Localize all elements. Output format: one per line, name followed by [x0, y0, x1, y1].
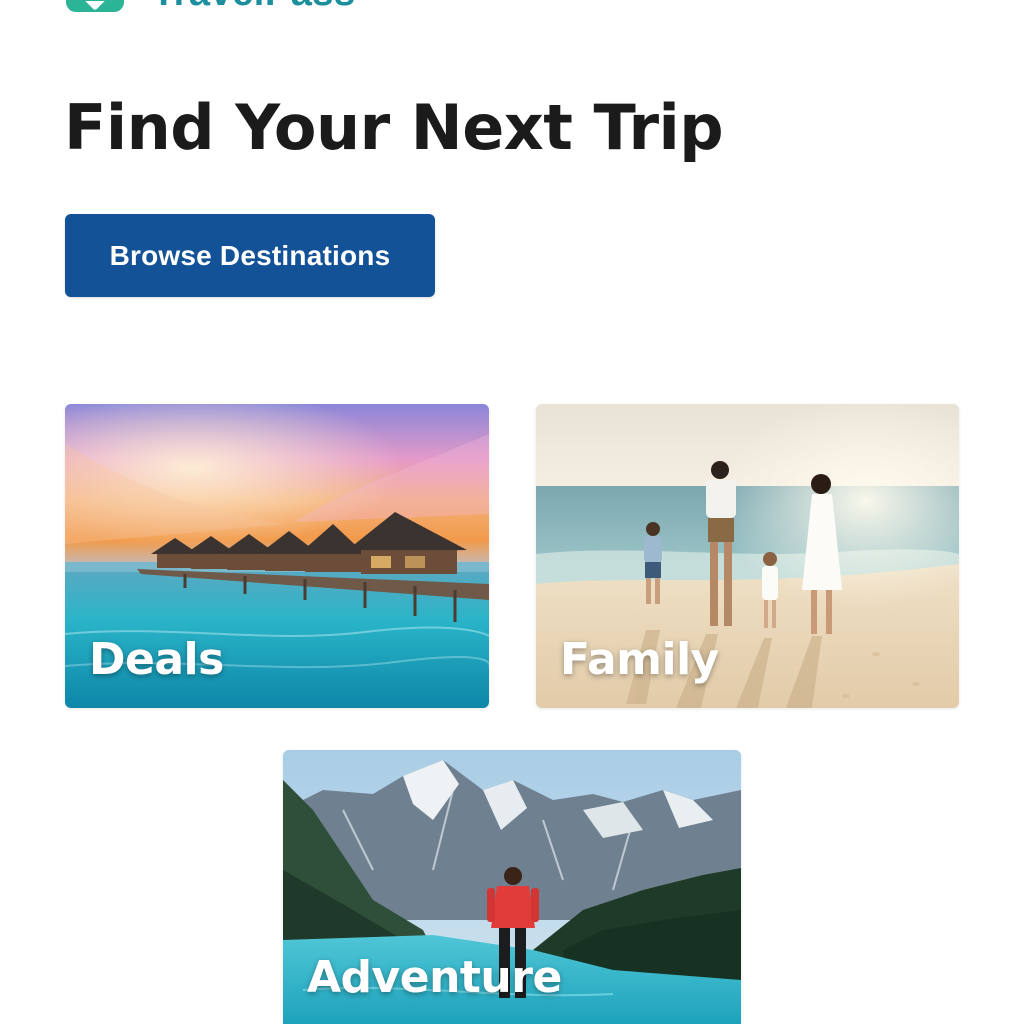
- map-pin-icon: [66, 0, 124, 12]
- browse-destinations-button[interactable]: Browse Destinations: [65, 214, 435, 297]
- category-card-adventure[interactable]: Adventure: [283, 750, 741, 1024]
- site-logo[interactable]: TravelPass: [66, 0, 356, 12]
- category-label: Adventure: [307, 952, 562, 1003]
- category-label: Deals: [89, 634, 224, 685]
- category-card-family[interactable]: Family: [536, 404, 959, 708]
- page-title: Find Your Next Trip: [64, 91, 724, 164]
- page: TravelPass Find Your Next Trip Browse De…: [0, 0, 1024, 1024]
- category-card-deals[interactable]: Deals: [65, 404, 489, 708]
- category-label: Family: [560, 634, 719, 685]
- logo-text: TravelPass: [152, 0, 356, 12]
